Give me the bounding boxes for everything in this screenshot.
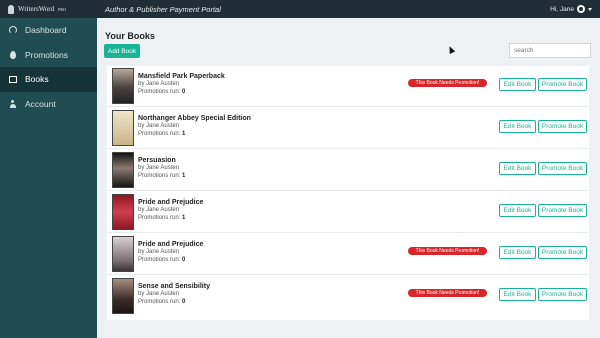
search-input[interactable] (509, 43, 591, 58)
promotions-run-label: Promotions run: (138, 130, 181, 137)
book-cover[interactable] (112, 152, 134, 188)
book-cover[interactable] (112, 68, 134, 104)
promote-book-button[interactable]: Promote Book (538, 204, 587, 217)
sidebar-item-promotions[interactable]: Promotions (0, 43, 97, 68)
sidebar-item-label: Dashboard (25, 25, 67, 36)
page-title: Your Books (105, 31, 155, 41)
sidebar-item-label: Account (25, 98, 56, 109)
needs-promotion-badge: This Book Needs Promotion! (408, 79, 487, 87)
edit-book-button[interactable]: Edit Book (499, 246, 536, 259)
promotions-run-label: Promotions run: (138, 88, 181, 95)
edit-book-button[interactable]: Edit Book (499, 162, 536, 175)
needs-promotion-badge: This Book Needs Promotion! (408, 289, 487, 297)
promotions-run-count: 0 (182, 256, 186, 263)
book-cover[interactable] (112, 278, 134, 314)
edit-book-button[interactable]: Edit Book (499, 204, 536, 217)
main-content: Your Books Add Book Mansfield Park Paper… (97, 18, 600, 338)
mouse-cursor-icon (446, 45, 456, 54)
promotions-run: Promotions run: 0 (138, 299, 210, 307)
user-icon (8, 99, 17, 108)
promotions-run: Promotions run: 1 (138, 215, 203, 223)
promotions-run: Promotions run: 1 (138, 173, 185, 181)
brand-logo[interactable]: WritersWord PRO (0, 4, 97, 14)
book-title[interactable]: Persuasion (138, 156, 185, 165)
book-author: by Jane Austen (138, 123, 180, 129)
list-item: Pride and Prejudice by Jane Austen Promo… (107, 192, 589, 233)
promotions-run-count: 0 (182, 298, 186, 305)
promotions-run: Promotions run: 0 (138, 89, 225, 97)
book-cover[interactable] (112, 110, 134, 146)
book-author: by Jane Austen (138, 249, 180, 255)
book-meta: Persuasion by Jane Austen Promotions run… (138, 156, 185, 180)
book-meta: Mansfield Park Paperback by Jane Austen … (138, 72, 225, 96)
promote-book-button[interactable]: Promote Book (538, 162, 587, 175)
promotions-run: Promotions run: 0 (138, 257, 203, 265)
list-item: Sense and Sensibility by Jane Austen Pro… (107, 276, 589, 317)
list-item: Pride and Prejudice by Jane Austen Promo… (107, 234, 589, 275)
book-cover[interactable] (112, 236, 134, 272)
list-item: Northanger Abbey Special Edition by Jane… (107, 108, 589, 149)
book-meta: Pride and Prejudice by Jane Austen Promo… (138, 198, 203, 222)
book-title[interactable]: Northanger Abbey Special Edition (138, 114, 251, 123)
sidebar-item-label: Books (25, 74, 49, 85)
book-author: by Jane Austen (138, 165, 180, 171)
book-title[interactable]: Pride and Prejudice (138, 240, 203, 249)
list-item: Mansfield Park Paperback by Jane Austen … (107, 66, 589, 107)
promotions-run-label: Promotions run: (138, 298, 181, 305)
sidebar-item-account[interactable]: Account (0, 92, 97, 117)
promote-book-button[interactable]: Promote Book (538, 288, 587, 301)
promotions-run-count: 1 (182, 172, 186, 179)
edit-book-button[interactable]: Edit Book (499, 78, 536, 91)
promotions-run-count: 0 (182, 88, 186, 95)
book-author: by Jane Austen (138, 81, 180, 87)
book-title[interactable]: Mansfield Park Paperback (138, 72, 225, 81)
promote-book-button[interactable]: Promote Book (538, 78, 587, 91)
book-author: by Jane Austen (138, 207, 180, 213)
user-menu[interactable]: Hi, Jane (550, 5, 600, 13)
portal-title: Author & Publisher Payment Portal (105, 4, 221, 14)
promote-book-button[interactable]: Promote Book (538, 120, 587, 133)
needs-promotion-badge: This Book Needs Promotion! (408, 247, 487, 255)
edit-book-button[interactable]: Edit Book (499, 288, 536, 301)
dashboard-icon (8, 26, 17, 35)
promotions-run-label: Promotions run: (138, 172, 181, 179)
promotions-run-count: 1 (182, 214, 186, 221)
sidebar-item-label: Promotions (25, 49, 68, 60)
chevron-down-icon[interactable] (588, 7, 592, 11)
book-title[interactable]: Sense and Sensibility (138, 282, 210, 291)
book-author: by Jane Austen (138, 291, 180, 297)
sidebar-item-books[interactable]: Books (0, 67, 97, 92)
book-meta: Pride and Prejudice by Jane Austen Promo… (138, 240, 203, 264)
sidebar-item-dashboard[interactable]: Dashboard (0, 18, 97, 43)
book-list: Mansfield Park Paperback by Jane Austen … (107, 66, 589, 320)
drop-icon (8, 50, 17, 59)
gear-icon[interactable] (577, 5, 585, 13)
promotions-run-label: Promotions run: (138, 214, 181, 221)
top-bar: WritersWord PRO Author & Publisher Paymen… (0, 0, 600, 18)
sidebar: Dashboard Promotions Books Account (0, 18, 97, 338)
book-title[interactable]: Pride and Prejudice (138, 198, 203, 207)
promotions-run-label: Promotions run: (138, 256, 181, 263)
book-cover[interactable] (112, 194, 134, 230)
list-item: Persuasion by Jane Austen Promotions run… (107, 150, 589, 191)
book-meta: Northanger Abbey Special Edition by Jane… (138, 114, 251, 138)
book-icon (8, 75, 17, 84)
promotions-run-count: 1 (182, 130, 186, 137)
promote-book-button[interactable]: Promote Book (538, 246, 587, 259)
pen-nib-icon (8, 4, 14, 14)
promotions-run: Promotions run: 1 (138, 131, 251, 139)
user-greeting: Hi, Jane (550, 5, 574, 13)
brand-sup: PRO (58, 6, 66, 12)
edit-book-button[interactable]: Edit Book (499, 120, 536, 133)
add-book-button[interactable]: Add Book (104, 44, 140, 58)
book-meta: Sense and Sensibility by Jane Austen Pro… (138, 282, 210, 306)
brand-name: WritersWord (18, 5, 55, 13)
